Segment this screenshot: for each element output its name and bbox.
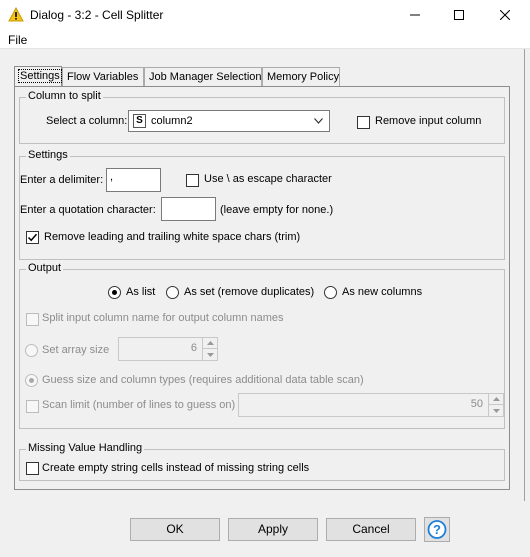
output-group: Output As list As set (remove duplicates… [19,262,505,429]
remove-input-column-label: Remove input column [375,115,482,127]
selected-column-value: column2 [151,115,193,127]
as-new-columns-label: As new columns [342,286,423,298]
title-bar: Dialog - 3:2 - Cell Splitter [0,0,530,30]
column-select[interactable]: S column2 [128,110,330,132]
settings-panel: Column to split Select a column: S colum… [14,86,510,490]
radio-set-array-size[interactable] [25,344,38,357]
empty-string-cells-checkbox[interactable] [26,462,39,475]
guess-size-label: Guess size and column types (requires ad… [42,374,364,386]
spinner-buttons [488,394,504,416]
help-question-icon: ? [427,520,447,539]
split-names-checkbox[interactable] [26,313,39,326]
warning-triangle-icon [8,7,24,22]
spinner-down-button[interactable] [203,349,218,360]
help-button[interactable]: ? [424,517,450,542]
checkmark-icon [27,233,38,242]
trim-checkbox[interactable] [26,231,39,244]
spinner-up-button[interactable] [489,394,504,405]
arrow-down-icon [207,352,214,357]
set-array-size-label: Set array size [42,344,110,356]
split-names-label: Split input column name for output colum… [42,312,284,324]
menu-file[interactable]: File [8,33,27,47]
arrow-up-icon [493,397,500,401]
chevron-down-icon [314,118,323,124]
array-size-spinner[interactable]: 6 [118,337,218,361]
scan-limit-label: Scan limit (number of lines to guess on) [42,399,236,411]
apply-button[interactable]: Apply [228,518,318,541]
group-title-settings: Settings [26,149,70,161]
quotation-input[interactable] [161,197,216,221]
svg-text:?: ? [433,522,441,537]
group-title-missing-value: Missing Value Handling [26,442,145,454]
settings-group: Settings Enter a delimiter: , Use \ as e… [19,149,505,260]
cancel-button[interactable]: Cancel [326,518,416,541]
scan-limit-spinner[interactable]: 50 [238,393,504,417]
radio-as-new-columns[interactable] [324,286,337,299]
spinner-up-button[interactable] [203,338,218,349]
tab-memory-policy[interactable]: Memory Policy [262,67,340,86]
column-to-split-group: Column to split Select a column: S colum… [19,90,505,144]
tab-flow-variables[interactable]: Flow Variables [62,67,144,86]
window-edge [524,49,525,501]
radio-guess-size[interactable] [25,374,38,387]
as-set-label: As set (remove duplicates) [184,286,315,298]
maximize-button[interactable] [436,0,482,30]
minimize-icon [410,14,420,16]
remove-input-column-checkbox[interactable] [357,116,370,129]
array-size-value: 6 [190,342,197,354]
maximize-icon [454,10,464,20]
escape-character-label: Use \ as escape character [204,173,332,185]
select-column-label: Select a column: [46,115,128,127]
spinner-buttons [202,338,218,360]
delimiter-input[interactable]: , [106,168,161,192]
radio-as-set[interactable] [166,286,179,299]
group-title-output: Output [26,262,64,274]
tab-settings[interactable]: Settings [14,66,62,87]
tab-job-manager-selection[interactable]: Job Manager Selection [144,67,262,86]
empty-string-cells-label: Create empty string cells instead of mis… [42,462,310,474]
group-title-column-to-split: Column to split [26,90,103,102]
quotation-hint: (leave empty for none.) [220,204,334,216]
spinner-down-button[interactable] [489,405,504,416]
close-button[interactable] [482,0,528,30]
close-icon [500,10,510,20]
window-title: Dialog - 3:2 - Cell Splitter [30,8,164,22]
quotation-label: Enter a quotation character: [20,204,156,216]
minimize-button[interactable] [392,0,438,30]
scan-limit-checkbox[interactable] [26,400,39,413]
arrow-up-icon [207,341,214,345]
string-type-badge-icon: S [133,114,146,128]
arrow-down-icon [493,408,500,413]
missing-value-group: Missing Value Handling Create empty stri… [19,442,505,481]
escape-character-checkbox[interactable] [186,174,199,187]
menu-bar: File [0,30,530,49]
as-list-label: As list [126,286,156,298]
ok-button[interactable]: OK [130,518,220,541]
scan-limit-value: 50 [470,398,483,410]
delimiter-label: Enter a delimiter: [20,174,104,186]
radio-as-list[interactable] [108,286,121,299]
trim-label: Remove leading and trailing white space … [44,231,301,243]
